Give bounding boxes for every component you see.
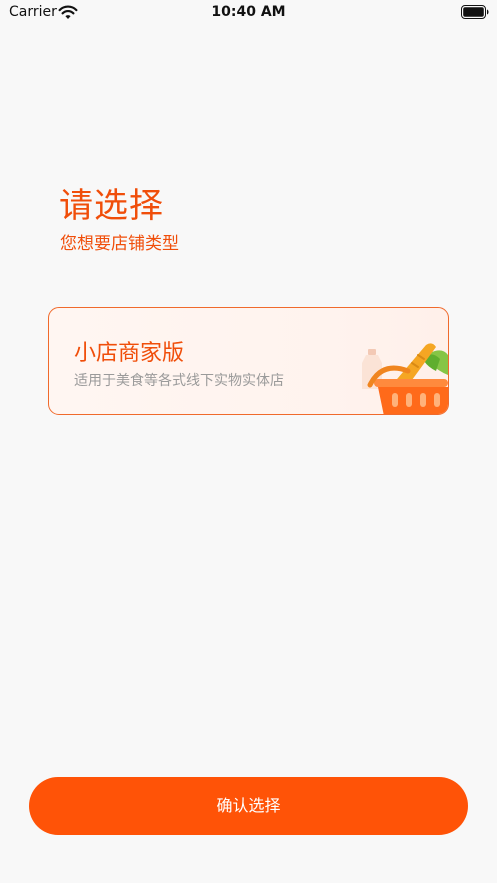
confirm-selection-button[interactable]: 确认选择 <box>29 777 468 835</box>
store-type-card-small-shop[interactable]: 小店商家版 适用于美食等各式线下实物实体店 <box>48 307 449 415</box>
store-type-selection-screen: Carrier 10:40 AM 请选择 您想要店铺类型 小店商家版 适用于美食… <box>0 0 497 883</box>
page-title: 请选择 <box>59 186 164 226</box>
store-type-title: 小店商家版 <box>74 341 185 366</box>
shopping-basket-icon <box>362 343 448 414</box>
store-type-description: 适用于美食等各式线下实物实体店 <box>74 373 284 389</box>
status-time: 10:40 AM <box>211 4 286 20</box>
page-subtitle: 您想要店铺类型 <box>60 234 179 254</box>
status-bar: Carrier 10:40 AM <box>0 0 497 26</box>
battery-icon <box>461 5 489 19</box>
